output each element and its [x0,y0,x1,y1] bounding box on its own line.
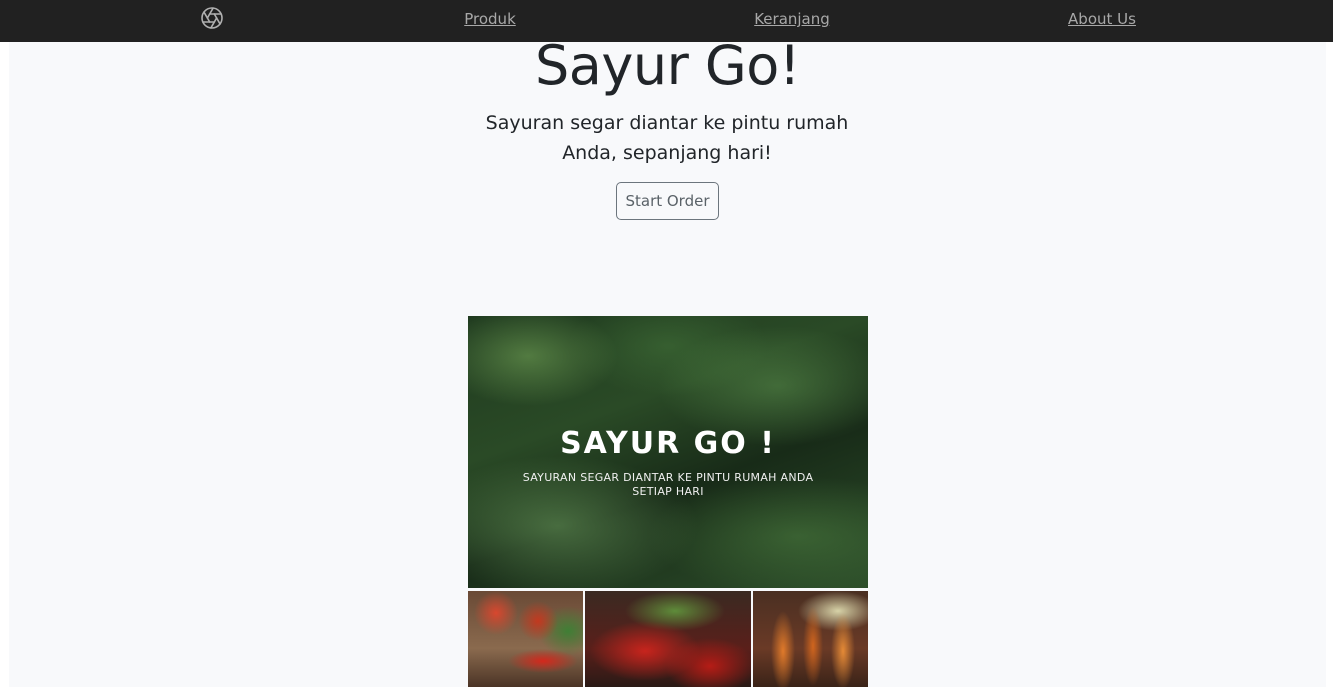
aperture-icon[interactable] [200,6,224,30]
hero-banner-image: SAYUR GO ! SAYURAN SEGAR DIANTAR KE PINT… [468,316,868,687]
banner-title: SAYUR GO ! [560,426,776,461]
banner-carrot-photo [753,591,868,687]
hero-subtitle: Sayuran segar diantar ke pintu rumah And… [485,112,849,164]
nav-link-keranjang[interactable]: Keranjang [754,10,830,28]
banner-tagline: SAYURAN SEGAR DIANTAR KE PINTU RUMAH AND… [522,471,814,498]
page-title: Sayur Go! [535,34,800,97]
main-content: Sayur Go! Sayuran segar diantar ke pintu… [9,34,1326,687]
nav-link-about-us[interactable]: About Us [1068,10,1136,28]
nav-link-produk[interactable]: Produk [464,10,516,28]
banner-tomato-photo [468,591,583,687]
start-order-button[interactable]: Start Order [616,182,719,220]
banner-tomato-sprouts-photo [585,591,751,687]
